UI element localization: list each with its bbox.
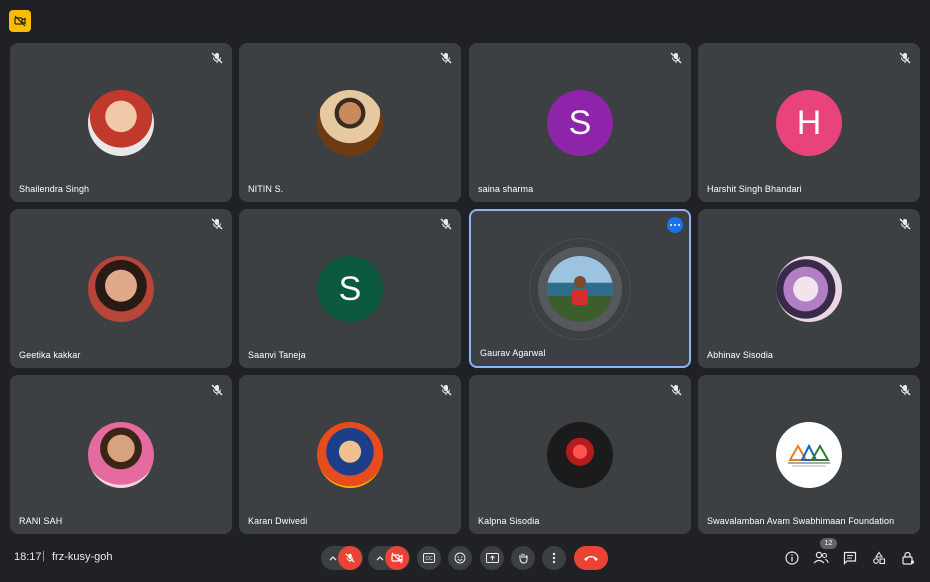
participant-name: Harshit Singh Bhandari	[707, 184, 802, 194]
meeting-code[interactable]: frz-kusy-goh	[52, 551, 113, 563]
camera-off-badge[interactable]	[9, 10, 31, 32]
participant-name: Gaurav Agarwal	[480, 348, 546, 358]
people-icon	[813, 551, 829, 564]
participant-count-badge: 12	[820, 538, 837, 549]
avatar: S	[317, 256, 383, 322]
emoji-icon	[454, 552, 466, 564]
avatar	[547, 422, 613, 488]
avatar: H	[776, 90, 842, 156]
participant-tile[interactable]: NITIN S.	[239, 43, 461, 202]
avatar	[88, 90, 154, 156]
participant-name: Geetika kakkar	[19, 350, 81, 360]
no-video-icon	[14, 15, 26, 27]
participant-tile[interactable]: S saina sharma	[469, 43, 691, 202]
raise-hand-button[interactable]	[511, 546, 535, 570]
participant-tile[interactable]: Karan Dwivedi	[239, 375, 461, 534]
mic-off-icon	[211, 384, 223, 396]
chat-icon	[843, 551, 857, 565]
participant-tile[interactable]: Swavalamban Avam Swabhimaan Foundation	[698, 375, 920, 534]
mic-off-icon	[670, 52, 682, 64]
meeting-clock: 18:17	[14, 551, 42, 563]
avatar	[776, 422, 842, 488]
participant-tile[interactable]: Shailendra Singh	[10, 43, 232, 202]
avatar	[776, 256, 842, 322]
foundation-logo	[788, 443, 830, 467]
participant-name: Saanvi Taneja	[248, 350, 306, 360]
video-off-icon	[391, 552, 403, 564]
participant-grid: Shailendra Singh NITIN S. S saina sharma…	[10, 43, 921, 534]
participant-name: RANI SAH	[19, 516, 63, 526]
avatar	[88, 256, 154, 322]
activities-button[interactable]	[870, 549, 888, 567]
avatar	[317, 422, 383, 488]
avatar: S	[547, 90, 613, 156]
participant-tile[interactable]: H Harshit Singh Bhandari	[698, 43, 920, 202]
mic-off-icon	[440, 384, 452, 396]
meeting-details-button[interactable]	[783, 549, 801, 567]
mic-toggle-button[interactable]	[338, 546, 362, 570]
avatar	[547, 256, 613, 322]
present-screen-button[interactable]	[480, 546, 504, 570]
present-screen-icon	[485, 552, 499, 563]
people-button[interactable]	[812, 549, 830, 567]
reactions-button[interactable]	[448, 546, 472, 570]
participant-tile[interactable]: Geetika kakkar	[10, 209, 232, 368]
hand-icon	[519, 553, 528, 564]
camera-toggle-button[interactable]	[385, 546, 409, 570]
more-vertical-icon	[552, 552, 556, 564]
host-controls-button[interactable]	[899, 549, 917, 567]
mic-off-icon	[899, 384, 911, 396]
activities-icon	[873, 551, 886, 565]
lock-person-icon	[902, 551, 915, 565]
chevron-up-icon	[376, 556, 384, 561]
more-options-button[interactable]	[542, 546, 566, 570]
participant-name: Abhinav Sisodia	[707, 350, 774, 360]
participant-name: Swavalamban Avam Swabhimaan Foundation	[707, 516, 895, 526]
participant-tile[interactable]: Kalpna Sisodia	[469, 375, 691, 534]
mic-off-icon	[211, 218, 223, 230]
participant-name: NITIN S.	[248, 184, 284, 194]
participant-tile[interactable]: S Saanvi Taneja	[239, 209, 461, 368]
divider: |	[42, 550, 45, 562]
avatar	[317, 90, 383, 156]
closed-captions-icon: CC	[423, 553, 435, 563]
avatar	[88, 422, 154, 488]
participant-name: Karan Dwivedi	[248, 516, 308, 526]
person-figure	[572, 276, 588, 305]
participant-tile[interactable]: Abhinav Sisodia	[698, 209, 920, 368]
more-options-button[interactable]	[667, 217, 683, 233]
leave-call-button[interactable]	[574, 546, 608, 570]
mic-off-icon	[440, 52, 452, 64]
end-call-icon	[584, 556, 598, 561]
participant-tile-active-speaker[interactable]: Gaurav Agarwal	[469, 209, 691, 368]
mic-off-icon	[899, 218, 911, 230]
participant-name: Shailendra Singh	[19, 184, 90, 194]
chat-button[interactable]	[841, 549, 859, 567]
mic-off-icon	[211, 52, 223, 64]
chevron-up-icon	[329, 556, 337, 561]
control-bar: 18:17 | frz-kusy-goh CC 12	[0, 538, 930, 582]
mic-off-icon	[345, 553, 355, 563]
captions-button[interactable]: CC	[417, 546, 441, 570]
info-icon	[785, 551, 799, 565]
mic-off-icon	[670, 384, 682, 396]
participant-name: saina sharma	[478, 184, 534, 194]
participant-name: Kalpna Sisodia	[478, 516, 540, 526]
mic-off-icon	[899, 52, 911, 64]
participant-tile[interactable]: RANI SAH	[10, 375, 232, 534]
mic-off-icon	[440, 218, 452, 230]
svg-text:CC: CC	[425, 556, 433, 562]
